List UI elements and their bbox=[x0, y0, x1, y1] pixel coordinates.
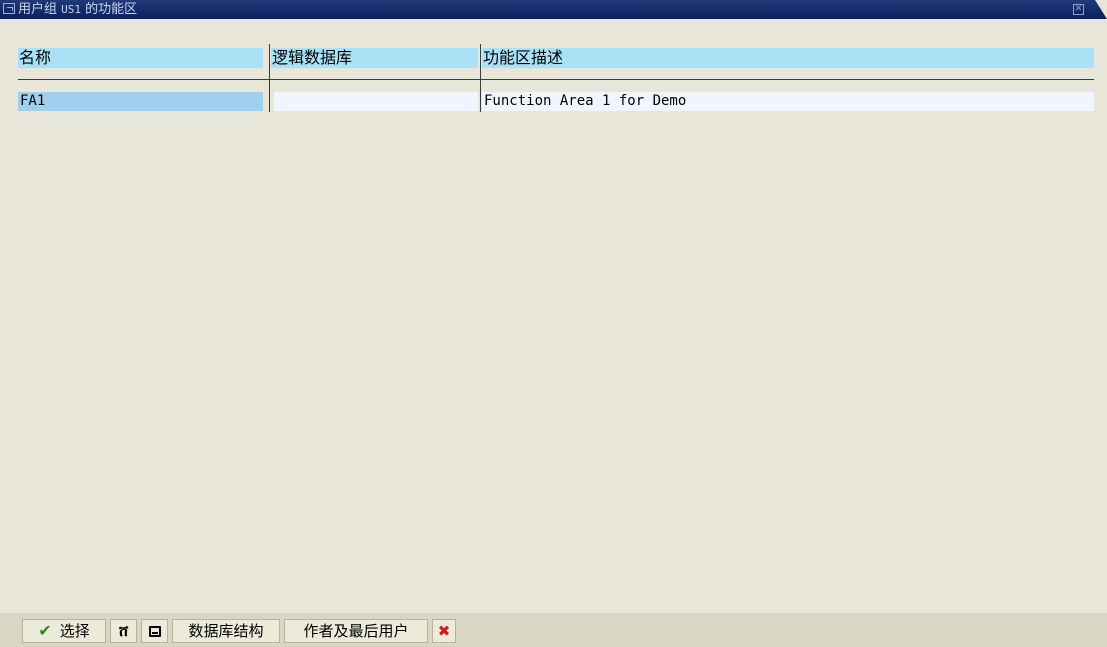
cell-name[interactable]: FA1 bbox=[18, 92, 263, 111]
column-header-logical-db[interactable]: 逻辑数据库 bbox=[271, 48, 478, 68]
printer-icon bbox=[148, 625, 161, 637]
title-user-group-code: US1 bbox=[61, 3, 82, 16]
database-structure-label: 数据库结构 bbox=[188, 622, 264, 640]
dialog-title: 用户组 US1 的功能区 bbox=[18, 0, 137, 19]
dialog-title-bar: 用户组 US1 的功能区 ✕ bbox=[0, 0, 1107, 19]
select-button-label: 选择 bbox=[59, 622, 90, 640]
column-header-name[interactable]: 名称 bbox=[18, 48, 263, 68]
window-icon bbox=[3, 3, 15, 14]
title-bar-corner bbox=[1095, 0, 1107, 19]
cancel-icon: ✖ bbox=[437, 622, 451, 640]
check-icon: ✔ bbox=[38, 621, 52, 640]
print-button[interactable] bbox=[141, 619, 168, 643]
author-last-user-button[interactable]: 作者及最后用户 bbox=[284, 619, 428, 643]
dialog-toolbar: ✔ 选择 ሸ 数据库结构 作者及最后用户 ✖ bbox=[0, 612, 1107, 647]
title-suffix: 的功能区 bbox=[85, 2, 138, 17]
column-separator bbox=[269, 44, 270, 112]
author-last-user-label: 作者及最后用户 bbox=[303, 622, 409, 640]
find-button[interactable]: ሸ bbox=[110, 619, 137, 643]
cancel-button[interactable]: ✖ bbox=[432, 619, 456, 643]
cell-description[interactable]: Function Area 1 for Demo bbox=[482, 92, 1094, 111]
binoculars-icon: ሸ bbox=[118, 622, 129, 640]
cell-logical-db[interactable] bbox=[274, 92, 478, 111]
column-header-description[interactable]: 功能区描述 bbox=[482, 48, 1094, 68]
select-button[interactable]: ✔ 选择 bbox=[22, 619, 106, 643]
title-prefix: 用户组 bbox=[18, 2, 58, 17]
close-icon[interactable]: ✕ bbox=[1073, 4, 1084, 15]
database-structure-button[interactable]: 数据库结构 bbox=[172, 619, 280, 643]
column-separator bbox=[480, 44, 481, 112]
header-divider bbox=[18, 79, 1094, 80]
